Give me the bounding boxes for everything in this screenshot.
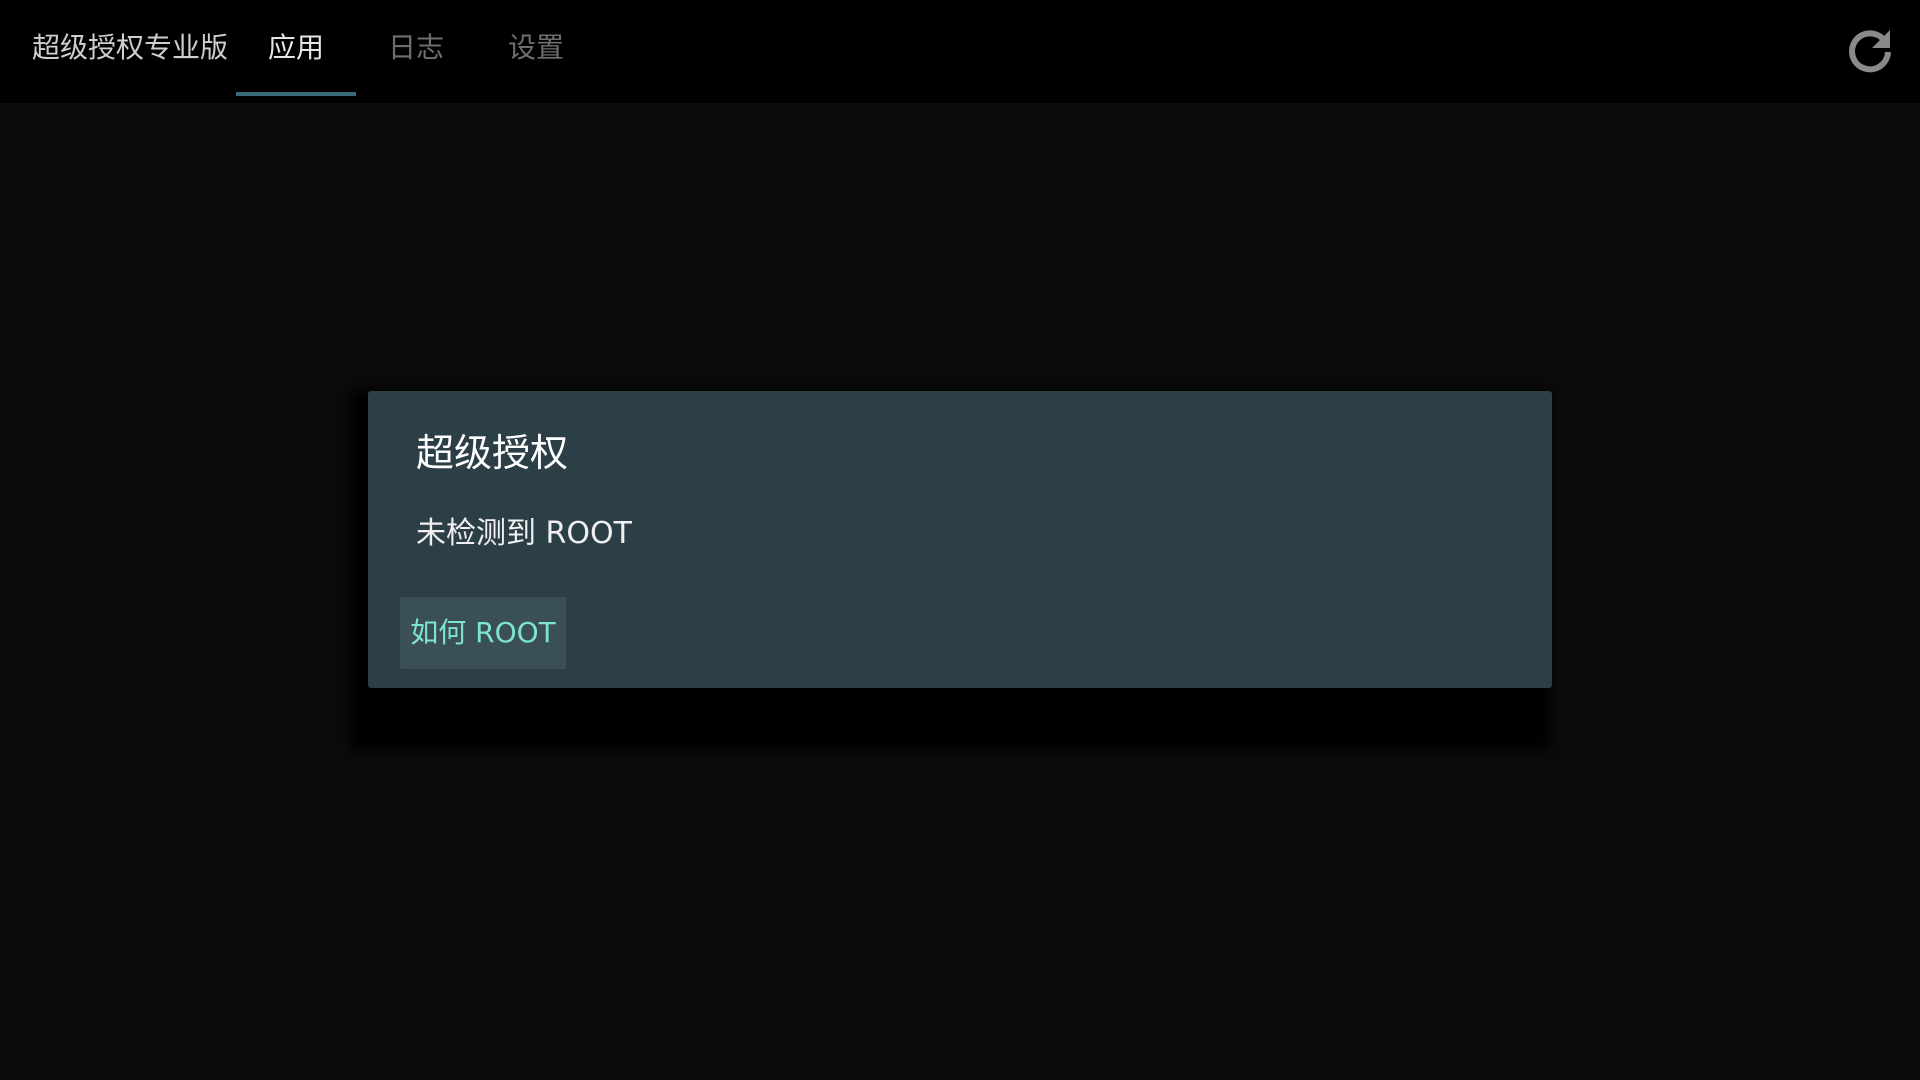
tab-label: 日志 [387,31,444,64]
tab-label: 应用 [267,31,324,64]
tab-settings[interactable]: 设置 [476,0,596,103]
refresh-icon [1849,30,1891,73]
tab-label: 设置 [507,31,564,64]
top-bar: 超级授权专业版 应用 日志 设置 [0,0,1920,103]
root-alert-dialog: 超级授权 未检测到 ROOT 如何 ROOT [368,391,1552,688]
dialog-message: 未检测到 ROOT [416,516,632,551]
how-to-root-button[interactable]: 如何 ROOT [400,597,566,669]
refresh-button[interactable] [1840,22,1900,82]
tab-apps[interactable]: 应用 [236,0,356,103]
app-title: 超级授权专业版 [32,31,229,64]
app-window: 超级授权专业版 应用 日志 设置 超级授权 未检测到 ROOT 如何 ROOT [0,0,1920,1080]
tab-logs[interactable]: 日志 [356,0,476,103]
dialog-title: 超级授权 [416,431,569,475]
tab-indicator [236,92,356,96]
